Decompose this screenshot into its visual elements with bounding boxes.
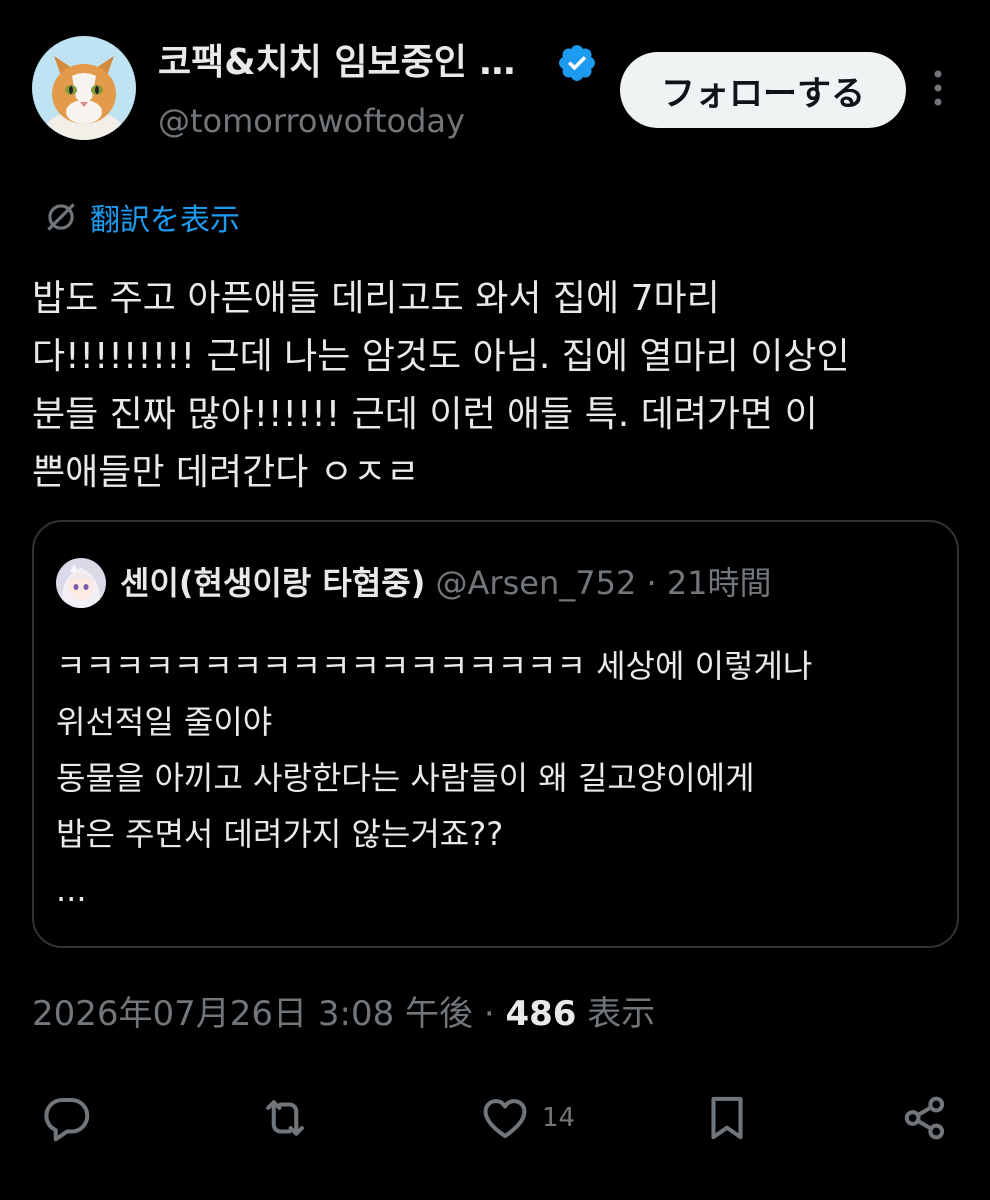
quote-line: 위선적일 줄이야: [56, 703, 273, 741]
quote-text: ㅋㅋㅋㅋㅋㅋㅋㅋㅋㅋㅋㅋㅋㅋㅋㅋㅋㅋ 세상에 이렇게나 위선적일 줄이야 동물을…: [56, 638, 936, 918]
more-options-icon[interactable]: [926, 66, 950, 110]
reply-icon: [44, 1097, 90, 1142]
quote-line: 동물을 아끼고 사랑한다는 사람들이 왜 길고양이에게: [56, 759, 755, 797]
quote-author-name[interactable]: 센이(현생이랑 타협중): [120, 564, 425, 602]
bookmark-button[interactable]: [700, 1088, 754, 1148]
reply-button[interactable]: [40, 1088, 94, 1148]
quote-line: 밥은 주면서 데려가지 않는거죠??: [56, 815, 504, 853]
quote-line: ...: [56, 871, 87, 909]
retweet-icon: [266, 1100, 304, 1136]
quote-line: ㅋㅋㅋㅋㅋㅋㅋㅋㅋㅋㅋㅋㅋㅋㅋㅋㅋㅋ 세상에 이렇게나: [56, 647, 813, 685]
follow-button[interactable]: フォローする: [620, 52, 906, 128]
bookmark-icon: [711, 1096, 743, 1140]
like-icon: [483, 1099, 527, 1139]
like-count: 14: [542, 1103, 576, 1133]
tweet-text: 밥도 주고 아픈애들 데리고도 와서 집에 7마리 다!!!!!!!!! 근데 …: [32, 270, 962, 502]
quote-separator: ·: [646, 564, 657, 602]
quote-author-avatar[interactable]: [56, 558, 106, 608]
translate-label: 翻訳を表示: [90, 203, 240, 238]
author-avatar[interactable]: [32, 36, 136, 140]
quote-time[interactable]: 21時間: [667, 564, 772, 602]
meta-separator: ·: [483, 994, 495, 1034]
tweet-meta: 2026年07月26日 3:08 午後 · 486 表示: [32, 990, 655, 1038]
tweet-timestamp[interactable]: 2026年07月26日 3:08 午後: [32, 994, 473, 1034]
like-button[interactable]: 14: [478, 1088, 575, 1148]
translate-link[interactable]: 翻訳を表示: [42, 192, 240, 242]
share-button[interactable]: [898, 1088, 952, 1148]
author-handle[interactable]: @tomorrowoftoday: [158, 100, 465, 142]
tweet-line: 다!!!!!!!!! 근데 나는 암것도 아님. 집에 열마리 이상인: [32, 336, 850, 377]
quote-author-handle[interactable]: @Arsen_752: [436, 564, 637, 602]
quoted-tweet[interactable]: 센이(현생이랑 타협중) @Arsen_752 · 21時間 ㅋㅋㅋㅋㅋㅋㅋㅋㅋ…: [32, 520, 959, 948]
share-icon: [904, 1096, 945, 1140]
view-count-label: 表示: [587, 994, 656, 1034]
cat-avatar-image: [32, 36, 136, 140]
translate-icon: [47, 203, 75, 231]
tweet-line: 쁜애들만 데려간다 ㅇㅈㄹ: [32, 452, 420, 493]
tweet-line: 분들 진짜 많아!!!!!! 근데 이런 애들 특. 데려가면 이: [32, 394, 818, 435]
view-count: 486: [505, 994, 577, 1034]
tweet-line: 밥도 주고 아픈애들 데리고도 와서 집에 7마리: [32, 278, 720, 319]
author-display-name[interactable]: 코팩&치치 임보중인 …: [158, 40, 515, 86]
quote-header: 센이(현생이랑 타협중) @Arsen_752 · 21時間: [120, 560, 772, 606]
retweet-button[interactable]: [258, 1088, 312, 1148]
verified-badge-icon: [559, 45, 595, 81]
action-bar: 14: [0, 1088, 990, 1148]
anime-avatar-image: [56, 558, 106, 608]
